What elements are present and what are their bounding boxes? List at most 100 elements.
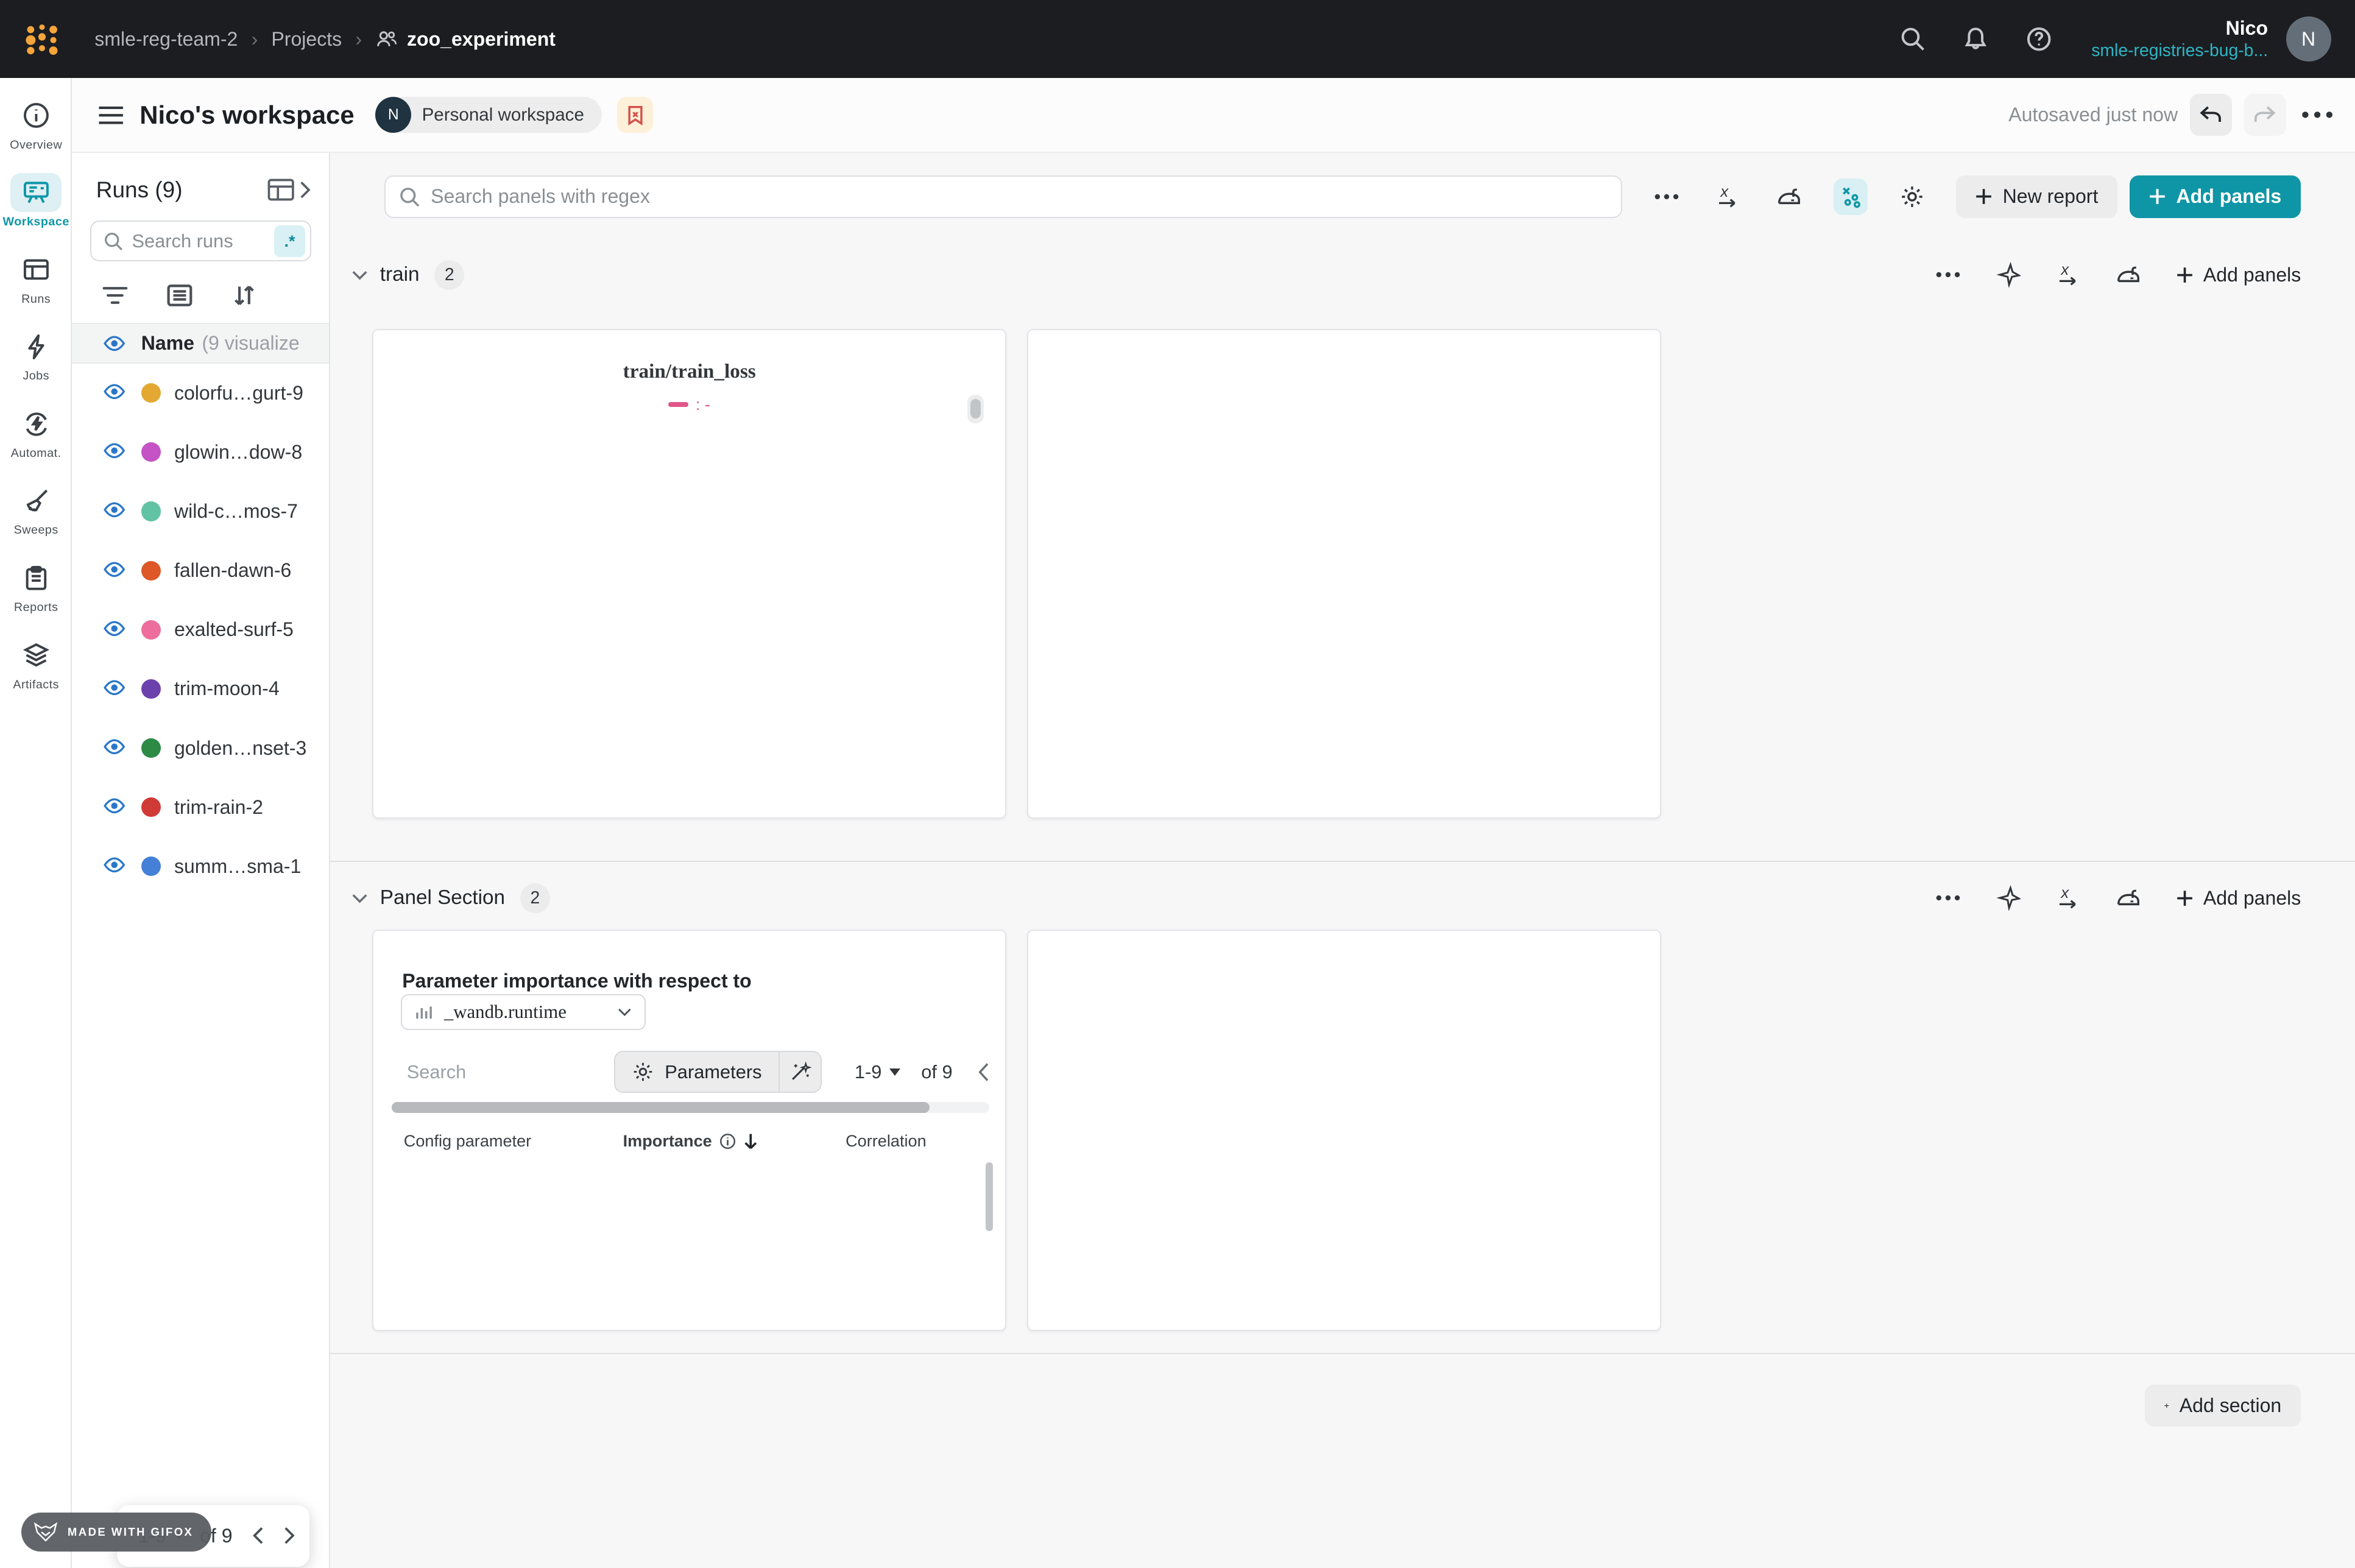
histogram-icon (414, 1002, 434, 1022)
section-name[interactable]: train (380, 263, 420, 286)
section-more-options-icon[interactable] (1930, 880, 1966, 916)
section-add-panels-button[interactable]: Add panels (2177, 887, 2301, 909)
panel-train-loss[interactable]: train/train_loss: - (372, 329, 1006, 819)
param-pagination[interactable]: 1-9 of 9 (855, 1061, 953, 1083)
runs-search-input[interactable] (132, 230, 270, 252)
visibility-eye-icon[interactable] (102, 439, 126, 466)
sort-icon[interactable] (231, 283, 257, 308)
search-icon (399, 186, 420, 208)
visibility-eye-icon[interactable] (102, 853, 126, 880)
section-header-panel-section: Panel Section 2 x Add panels (330, 875, 2355, 920)
sidebar-item-reports[interactable]: Reports (0, 559, 72, 615)
panel-parameter-importance[interactable]: Parameter importance with respect to _wa… (372, 930, 1006, 1330)
svg-text:x: x (2060, 885, 2069, 902)
sidebar-item-sweeps[interactable]: Sweeps (0, 481, 72, 537)
new-report-button[interactable]: New report (1956, 175, 2117, 217)
panel-cpu-threads[interactable] (1027, 930, 1661, 1330)
undo-button[interactable] (2190, 94, 2232, 136)
visibility-eye-icon[interactable] (102, 557, 126, 584)
param-search-input[interactable] (407, 1061, 542, 1083)
sidebar-item-workspace[interactable]: Workspace (0, 173, 72, 229)
collapse-chevron-down-icon[interactable] (351, 270, 368, 280)
sidebar-item-automat[interactable]: Automat. (0, 404, 72, 461)
sidebar-item-runs[interactable]: Runs (0, 250, 72, 306)
param-page-range[interactable]: 1-9 (855, 1061, 882, 1083)
open-runs-table-button[interactable] (267, 178, 311, 201)
redo-button[interactable] (2244, 94, 2286, 136)
panel-epoch-ndx[interactable] (1027, 329, 1661, 819)
visibility-eye-icon[interactable] (102, 616, 126, 643)
section-x-axis-icon[interactable]: x (2050, 257, 2086, 293)
sidebar-item-jobs[interactable]: Jobs (0, 327, 72, 383)
hamburger-menu-icon[interactable] (97, 105, 124, 126)
visibility-eye-icon[interactable] (102, 794, 126, 821)
section-x-axis-icon[interactable]: x (2050, 880, 2086, 916)
panel-search-input[interactable] (431, 185, 1621, 208)
panel-grip-handle[interactable] (967, 395, 984, 423)
column-importance[interactable]: Importance (623, 1131, 759, 1151)
scatter-points-icon[interactable] (1834, 178, 1868, 214)
run-row[interactable]: trim-moon-4 (72, 659, 329, 718)
run-list-header[interactable]: Name (9 visualize (72, 323, 329, 364)
user-avatar[interactable]: N (2286, 16, 2331, 62)
run-row[interactable]: summ…sma-1 (72, 837, 329, 896)
previous-page-chevron-icon[interactable] (252, 1527, 264, 1545)
notifications-bell-icon[interactable] (1962, 26, 1989, 52)
run-row[interactable]: colorfu…gurt-9 (72, 364, 329, 423)
add-section-button[interactable]: Add section (2145, 1385, 2301, 1427)
toolbar-more-options-icon[interactable] (1649, 178, 1683, 214)
chevron-left-icon[interactable] (978, 1062, 990, 1082)
run-row[interactable]: exalted-surf-5 (72, 600, 329, 659)
section-smoothing-iron-icon[interactable] (2110, 257, 2146, 293)
smoothing-iron-icon[interactable] (1772, 178, 1806, 214)
run-row[interactable]: wild-c…mos-7 (72, 482, 329, 541)
section-pin-sparkle-icon[interactable] (1990, 880, 2026, 916)
personal-workspace-badge[interactable]: N Personal workspace (375, 97, 602, 133)
user-org-link[interactable]: smle-registries-bug-b... (2091, 40, 2268, 62)
visibility-eye-icon[interactable] (102, 498, 126, 525)
run-row[interactable]: glowin…dow-8 (72, 423, 329, 482)
section-more-options-icon[interactable] (1930, 257, 1966, 293)
run-row[interactable]: trim-rain-2 (72, 778, 329, 837)
help-icon[interactable] (2025, 26, 2052, 52)
unsaved-bookmark-icon[interactable] (617, 97, 653, 133)
visibility-eye-icon[interactable] (102, 675, 126, 702)
user-block[interactable]: Nico smle-registries-bug-b... (2091, 16, 2268, 62)
group-list-icon[interactable] (167, 283, 192, 308)
horizontal-scrollbar[interactable] (392, 1102, 989, 1112)
plus-icon (2164, 1397, 2169, 1414)
vertical-scrollbar[interactable] (986, 1162, 993, 1231)
section-name[interactable]: Panel Section (380, 886, 505, 909)
section-add-panels-button[interactable]: Add panels (2177, 264, 2301, 286)
collapse-chevron-down-icon[interactable] (351, 893, 368, 903)
run-name: exalted-surf-5 (174, 618, 294, 641)
filter-icon[interactable] (102, 283, 128, 308)
workspace-settings-gear-icon[interactable] (1894, 178, 1929, 214)
metric-selector-dropdown[interactable]: _wandb.runtime (401, 994, 646, 1030)
global-search-icon[interactable] (1899, 26, 1926, 52)
section-smoothing-iron-icon[interactable] (2110, 880, 2146, 916)
run-row[interactable]: golden…nset-3 (72, 719, 329, 778)
visibility-eye-icon[interactable] (102, 380, 126, 407)
parameters-button[interactable]: Parameters (615, 1052, 779, 1092)
legend-item[interactable]: : - (668, 395, 710, 414)
visibility-eye-icon[interactable] (102, 334, 126, 353)
run-row[interactable]: fallen-dawn-6 (72, 541, 329, 600)
regex-toggle-button[interactable]: .* (274, 225, 306, 257)
breadcrumb-team[interactable]: smle-reg-team-2 (94, 28, 238, 51)
workspace-header: Nico's workspace N Personal workspace Au… (72, 78, 2355, 153)
add-panels-button[interactable]: Add panels (2130, 175, 2301, 217)
column-correlation[interactable]: Correlation (846, 1131, 927, 1151)
column-config-parameter[interactable]: Config parameter (404, 1131, 531, 1151)
visibility-eye-icon[interactable] (102, 735, 126, 762)
next-page-chevron-icon[interactable] (283, 1527, 295, 1545)
breadcrumb-projects[interactable]: Projects (271, 28, 342, 51)
x-axis-settings-icon[interactable]: x (1711, 178, 1745, 214)
section-pin-sparkle-icon[interactable] (1990, 257, 2026, 293)
magic-wand-icon[interactable] (779, 1052, 821, 1092)
header-more-options-icon[interactable] (2301, 110, 2334, 119)
sidebar-item-overview[interactable]: Overview (0, 96, 72, 152)
breadcrumb-project[interactable]: zoo_experiment (407, 28, 556, 51)
wandb-logo-icon[interactable] (19, 18, 65, 60)
sidebar-item-artifacts[interactable]: Artifacts (0, 636, 72, 692)
